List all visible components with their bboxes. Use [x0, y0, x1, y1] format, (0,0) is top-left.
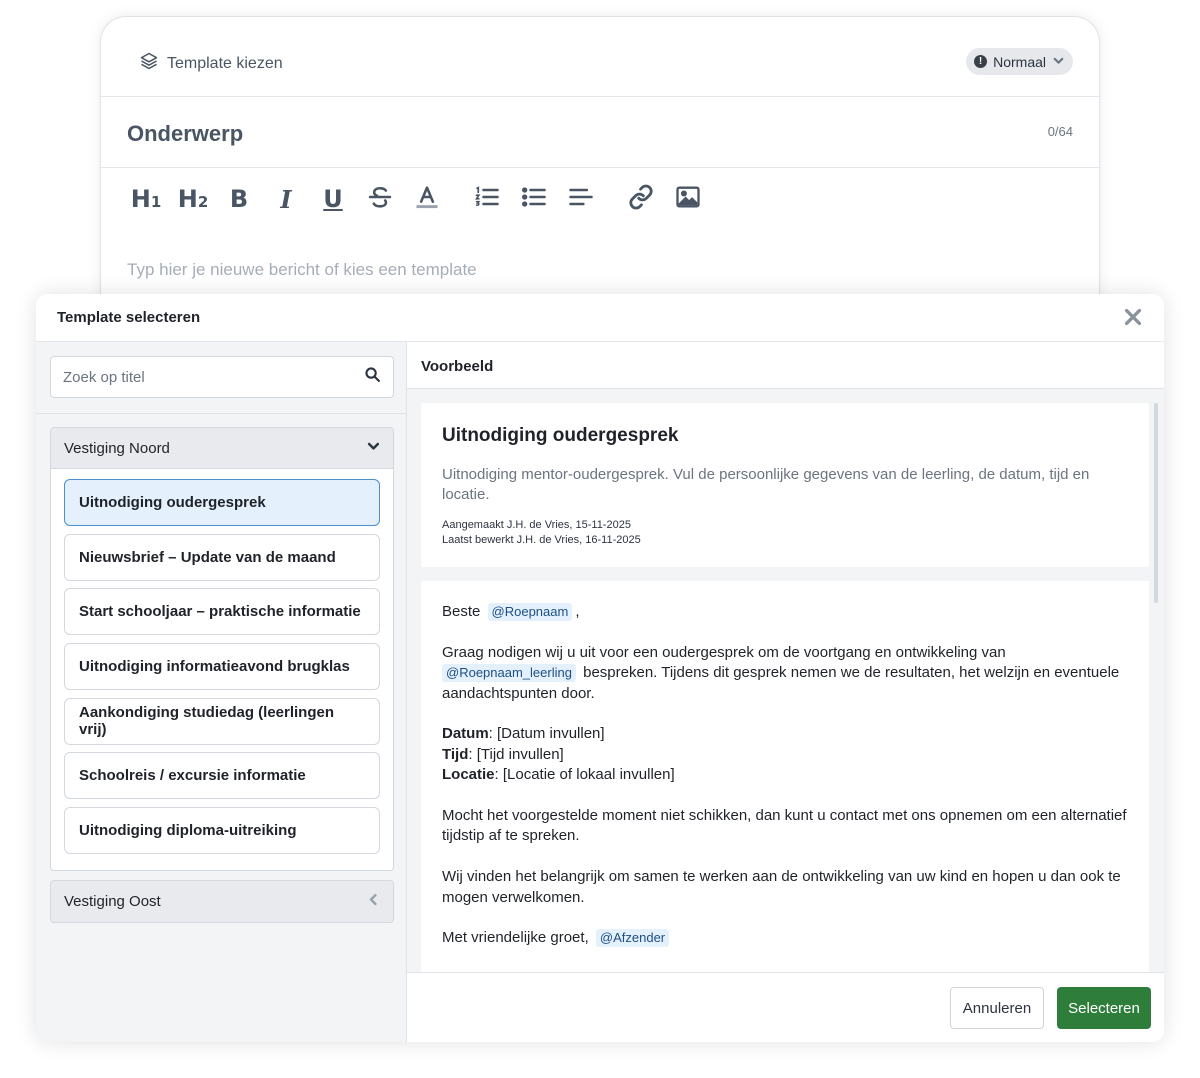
close-icon[interactable] [1122, 306, 1144, 328]
edited-info: Laatst bewerkt J.H. de Vries, 16-11-2025 [442, 534, 641, 546]
modal-title: Template selecteren [57, 309, 201, 326]
bullet-list-icon [520, 183, 548, 216]
link-icon [627, 183, 655, 216]
link-button[interactable] [626, 184, 656, 214]
group-name: Vestiging Noord [64, 439, 170, 457]
strikethrough-button[interactable] [365, 184, 395, 214]
bold-icon: B [229, 185, 249, 213]
group-header-vestiging-noord[interactable]: Vestiging Noord [51, 428, 393, 469]
paragraph-3: Mocht het voorgestelde moment niet schik… [442, 807, 1127, 845]
created-info: Aangemaakt J.H. de Vries, 15-11-2025 [442, 519, 631, 531]
underline-icon: U [323, 185, 343, 213]
paragraph-1: Graag nodigen wij u uit voor een ouderge… [442, 643, 1128, 704]
message-editor: Template kiezen ! Normaal Onderwerp 0/64… [100, 16, 1100, 306]
paragraph-1-start: Graag nodigen wij u uit voor een ouderge… [442, 643, 1006, 661]
priority-select[interactable]: ! Normaal [966, 48, 1073, 75]
template-item[interactable]: Uitnodiging oudergesprek [64, 479, 380, 526]
align-left-button[interactable] [566, 184, 596, 214]
template-title: Uitnodiging oudergesprek [442, 425, 679, 446]
preview-scroll-area[interactable]: Uitnodiging oudergesprek Uitnodiging men… [407, 389, 1164, 972]
search-icon[interactable] [364, 366, 381, 388]
template-item[interactable]: Nieuwsbrief – Update van de maand [64, 533, 380, 581]
italic-icon: I [280, 184, 292, 214]
message-body-placeholder[interactable]: Typ hier je nieuwe bericht of kies een t… [127, 260, 477, 280]
ordered-list-button[interactable] [472, 184, 502, 214]
underline-button[interactable]: U [318, 184, 348, 214]
template-item[interactable]: Aankondiging studiedag (leerlingen vrij) [64, 697, 380, 745]
location-value: : [Locatie of lokaal invullen] [494, 766, 675, 784]
time-label: Tijd [442, 745, 469, 763]
strikethrough-icon [366, 183, 394, 216]
preview-heading: Voorbeeld [421, 358, 494, 375]
subject-field[interactable]: Onderwerp [127, 121, 243, 147]
template-description: Uitnodiging mentor-oudergesprek. Vul de … [442, 466, 1090, 503]
subject-row: Onderwerp 0/64 [101, 97, 1099, 168]
closing-text: Met vriendelijke groet, [442, 929, 589, 947]
search-input[interactable] [63, 368, 364, 386]
date-label: Datum [442, 725, 489, 743]
cancel-button[interactable]: Annuleren [950, 987, 1044, 1029]
italic-button[interactable]: I [271, 184, 301, 214]
group-name: Vestiging Oost [64, 893, 161, 910]
image-icon [674, 183, 702, 216]
template-choose-label: Template kiezen [167, 54, 283, 72]
format-toolbar: H1 H2 B I U [101, 168, 1099, 234]
chevron-left-icon [366, 892, 381, 911]
placeholder-tag: @Afzender [595, 929, 670, 948]
bold-button[interactable]: B [224, 184, 254, 214]
chevron-down-icon [1052, 54, 1065, 70]
greeting-text: Beste [442, 603, 481, 620]
closing-line: Met vriendelijke groet, @Afzender [442, 928, 1128, 948]
editor-header: Template kiezen ! Normaal [101, 17, 1099, 97]
template-item[interactable]: Start schooljaar – praktische informatie [64, 588, 380, 636]
time-value: : [Tijd invullen] [468, 745, 564, 763]
template-item[interactable]: Uitnodiging diploma-uitreiking [64, 807, 380, 855]
group-items: Uitnodiging oudergesprek Nieuwsbrief – U… [51, 469, 393, 870]
priority-label: Normaal [993, 53, 1046, 70]
template-list-panel: Vestiging Noord Uitnodiging oudergesprek… [36, 342, 407, 1042]
template-choose-button[interactable]: Template kiezen [139, 51, 283, 76]
select-button[interactable]: Selecteren [1057, 987, 1151, 1029]
search-box [50, 356, 394, 398]
bullet-list-button[interactable] [519, 184, 549, 214]
details-block: Datum: [Datum invullen] Tijd: [Tijd invu… [442, 724, 1128, 785]
greeting-line: Beste @Roepnaam, [442, 602, 1128, 622]
placeholder-tag: @Roepnaam [487, 603, 573, 621]
preview-header: Voorbeeld [407, 342, 1164, 389]
heading1-icon: H1 [130, 185, 162, 213]
chevron-down-icon [366, 439, 381, 458]
group-vestiging-oost: Vestiging Oost [50, 880, 394, 923]
template-meta: Aangemaakt J.H. de Vries, 15-11-2025 Laa… [442, 518, 1128, 548]
modal-body: Vestiging Noord Uitnodiging oudergesprek… [36, 342, 1164, 1042]
ordered-list-icon [473, 183, 501, 216]
search-area [36, 342, 406, 414]
align-left-icon [567, 183, 595, 216]
group-vestiging-noord: Vestiging Noord Uitnodiging oudergesprek… [50, 427, 394, 871]
template-item[interactable]: Uitnodiging informatieavond brugklas [64, 643, 380, 691]
preview-panel: Voorbeeld Uitnodiging oudergesprek Uitno… [407, 342, 1164, 1042]
text-color-button[interactable] [412, 184, 442, 214]
heading2-icon: H2 [177, 185, 209, 213]
template-item[interactable]: Schoolreis / excursie informatie [64, 752, 380, 800]
scrollbar[interactable] [1154, 403, 1158, 603]
text-color-icon [413, 183, 441, 216]
paragraph-4: Wij vinden het belangrijk om samen te we… [442, 868, 1121, 906]
group-header-vestiging-oost[interactable]: Vestiging Oost [51, 881, 393, 922]
location-label: Locatie [442, 766, 495, 784]
heading2-button[interactable]: H2 [177, 184, 209, 214]
image-button[interactable] [673, 184, 703, 214]
modal-footer: Annuleren Selecteren [407, 972, 1164, 1042]
placeholder-tag: @Roepnaam_leerling [442, 664, 576, 683]
modal-header: Template selecteren [36, 294, 1164, 342]
template-info-card: Uitnodiging oudergesprek Uitnodiging men… [421, 403, 1149, 567]
subject-counter: 0/64 [1047, 124, 1073, 139]
heading1-button[interactable]: H1 [130, 184, 162, 214]
greeting-end: , [575, 603, 580, 620]
layers-icon [139, 51, 159, 76]
date-value: : [Datum invullen] [488, 725, 605, 743]
exclamation-icon: ! [974, 55, 988, 68]
template-select-modal: Template selecteren Vestiging Noord [36, 294, 1164, 1042]
template-body-card: Beste @Roepnaam, Graag nodigen wij u uit… [421, 581, 1149, 972]
